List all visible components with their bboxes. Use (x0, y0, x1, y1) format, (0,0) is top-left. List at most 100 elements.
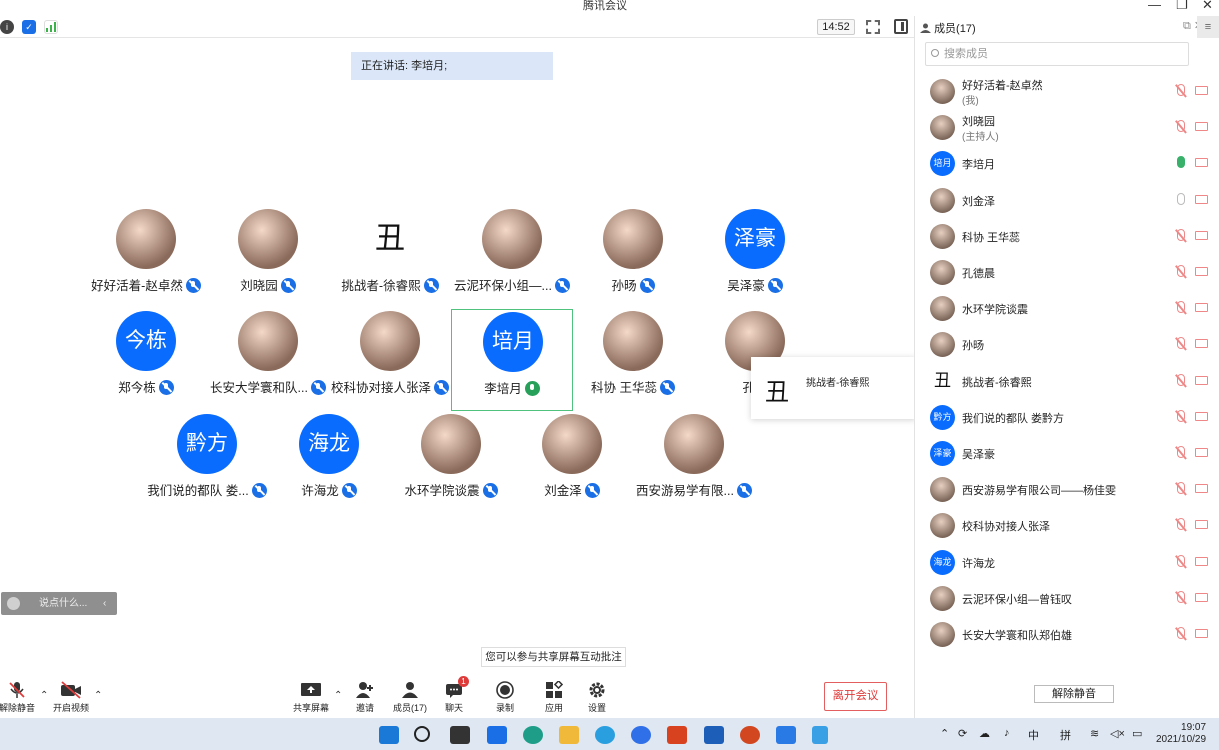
mic-muted-icon[interactable] (1177, 409, 1185, 422)
restore-icon[interactable]: ❐ (1176, 0, 1188, 13)
chat-button[interactable]: 1 聊天 (429, 676, 479, 714)
mic-active-icon[interactable] (1177, 156, 1185, 169)
office-icon[interactable] (667, 726, 687, 744)
tencent-meeting-taskbar-icon[interactable] (776, 726, 796, 744)
camera-off-icon[interactable] (1195, 592, 1208, 602)
member-row[interactable]: 校科协对接人张泽 (915, 507, 1219, 543)
mic-muted-icon[interactable] (1177, 482, 1185, 495)
member-row[interactable]: 水环学院谈震 (915, 290, 1219, 326)
member-row[interactable]: 西安游易学有限公司——杨佳雯 (915, 471, 1219, 507)
wifi-icon[interactable]: ≋ (1090, 727, 1099, 740)
mic-tray-icon[interactable]: ♪ (1004, 727, 1010, 739)
camera-off-icon[interactable] (1195, 303, 1208, 313)
member-row[interactable]: 黔方 我们说的都队 娄黔方 (915, 399, 1219, 435)
mail-icon[interactable] (704, 726, 724, 744)
panel-menu-icon[interactable]: ≡ (1197, 16, 1219, 38)
camera-off-icon[interactable] (1195, 158, 1208, 168)
tray-sync-icon[interactable]: ⟳ (958, 727, 967, 740)
emoji-icon[interactable] (7, 597, 20, 610)
participant-tile[interactable]: 西安游易学有限... (633, 412, 755, 514)
snap-icon[interactable] (487, 726, 507, 744)
member-row[interactable]: 丑挑战者-徐睿熙 (915, 363, 1219, 399)
mic-muted-icon[interactable] (1177, 120, 1185, 133)
mic-muted-icon[interactable] (1177, 84, 1185, 96)
camera-off-icon[interactable] (1195, 520, 1208, 530)
lark-icon[interactable] (631, 726, 651, 744)
camera-off-icon (60, 681, 82, 699)
tray-chevron-icon[interactable]: ⌃ (940, 727, 949, 740)
minimize-icon[interactable]: — (1148, 0, 1161, 12)
member-row[interactable]: 云泥环保小组—曾钰叹 (915, 580, 1219, 616)
windows-start-icon[interactable] (379, 726, 399, 744)
camera-off-icon[interactable] (1195, 194, 1208, 204)
member-row[interactable]: 培月 李培月 (915, 145, 1219, 181)
mic-muted-icon[interactable] (1177, 518, 1185, 531)
member-row[interactable]: 好好活着-赵卓然 (我) (915, 73, 1219, 109)
member-search-input[interactable]: 搜索成员 (925, 42, 1189, 66)
camera-off-icon[interactable] (1195, 375, 1208, 385)
member-row[interactable]: 长安大学寰和队郑伯雄 (915, 616, 1219, 652)
camera-off-icon[interactable] (1195, 411, 1208, 421)
start-video-button[interactable]: 开启视频 (46, 681, 96, 714)
snipping-tool-icon[interactable] (812, 726, 828, 744)
mic-muted-icon[interactable] (1177, 265, 1185, 277)
camera-off-icon[interactable] (1195, 484, 1208, 494)
members-button[interactable]: 成员(17) (385, 681, 435, 714)
camera-off-icon[interactable] (1195, 230, 1208, 240)
signal-icon[interactable] (44, 20, 58, 34)
member-row[interactable]: 科协 王华蕊 (915, 218, 1219, 254)
mic-muted-icon[interactable] (1177, 446, 1185, 458)
camera-off-icon[interactable] (1195, 267, 1208, 276)
ie-icon[interactable] (595, 726, 615, 744)
member-row[interactable]: 刘晓园 (主持人) (915, 109, 1219, 145)
record-button[interactable]: 录制 (480, 681, 530, 714)
close-icon[interactable]: ✕ (1202, 0, 1213, 13)
ime-language[interactable]: 中 (1028, 727, 1039, 743)
participant-tile[interactable]: 泽豪 吴泽豪 (694, 207, 816, 309)
member-row[interactable]: 刘金泽 (915, 182, 1219, 218)
member-row[interactable]: 海龙 许海龙 (915, 544, 1219, 580)
chat-icon: 1 (443, 676, 469, 699)
mic-muted-icon[interactable] (1177, 627, 1185, 639)
camera-off-icon[interactable] (1195, 556, 1208, 566)
mic-muted-icon[interactable] (1177, 301, 1185, 314)
edge-icon[interactable] (523, 726, 543, 744)
video-options-chevron-icon[interactable]: ⌃ (94, 690, 102, 701)
unmute-button[interactable]: 解除静音 (0, 681, 42, 714)
mic-muted-icon[interactable] (1177, 554, 1185, 567)
camera-off-icon[interactable] (1195, 448, 1208, 457)
mic-muted-icon (659, 380, 675, 395)
battery-icon[interactable]: ▭ (1132, 727, 1142, 740)
shield-icon[interactable]: ✓ (22, 20, 36, 34)
task-view-icon[interactable] (450, 726, 470, 744)
member-row[interactable]: 泽豪 吴泽豪 (915, 435, 1219, 471)
file-explorer-icon[interactable] (559, 726, 579, 744)
layout-toggle-icon[interactable] (894, 19, 908, 34)
search-taskbar-icon[interactable] (414, 726, 430, 742)
mic-muted-icon[interactable] (1177, 373, 1185, 386)
member-row[interactable]: 孔德晨 (915, 254, 1219, 290)
camera-off-icon[interactable] (1195, 339, 1208, 349)
chat-quick-input[interactable]: 说点什么... ‹ (1, 592, 117, 615)
camera-off-icon[interactable] (1195, 122, 1208, 132)
ime-mode[interactable]: 拼 (1060, 727, 1071, 743)
unmute-all-button[interactable]: 解除静音 (1034, 685, 1114, 703)
mic-muted-icon[interactable] (1177, 228, 1185, 241)
invite-button[interactable]: 邀请 (340, 681, 390, 714)
camera-off-icon[interactable] (1195, 86, 1208, 95)
mic-muted-icon[interactable] (1177, 337, 1185, 350)
leave-meeting-button[interactable]: 离开会议 (824, 682, 887, 711)
cloud-icon[interactable]: ☁ (979, 727, 990, 740)
camera-off-icon[interactable] (1195, 629, 1208, 638)
share-screen-button[interactable]: 共享屏幕 (286, 681, 336, 714)
settings-button[interactable]: 设置 (572, 681, 622, 714)
collapse-chevron-icon[interactable]: ‹ (103, 592, 106, 615)
system-clock[interactable]: 19:07 2021/10/29 (1156, 722, 1206, 746)
volume-icon[interactable]: ◁× (1110, 727, 1125, 740)
mic-muted-icon[interactable] (1177, 590, 1185, 603)
mic-muted-icon[interactable] (1177, 192, 1185, 205)
member-row[interactable]: 孙旸 (915, 326, 1219, 362)
fullscreen-icon[interactable] (866, 20, 880, 34)
powerpoint-icon[interactable] (740, 726, 760, 744)
info-icon[interactable]: i (0, 20, 14, 34)
